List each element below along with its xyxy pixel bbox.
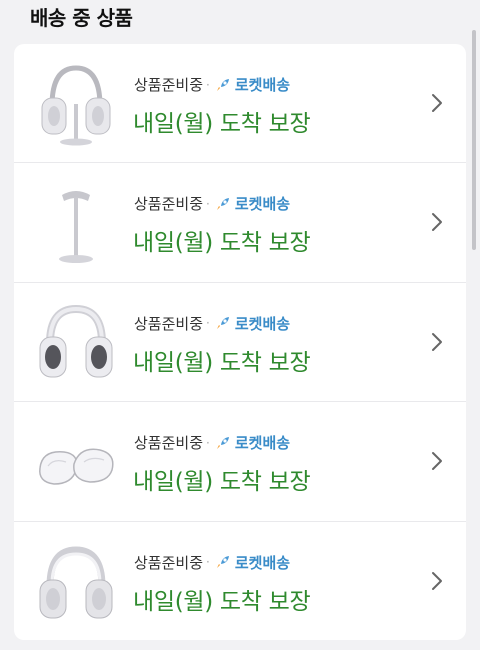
- delivery-type-label: 로켓배송: [234, 76, 291, 94]
- product-image-clear-ear-cup-case: [39, 448, 114, 485]
- product-image-headphone-with-cover: [39, 304, 113, 378]
- arrival-guarantee: 내일(월) 도착 보장: [133, 588, 311, 615]
- rocket-icon: [216, 436, 229, 449]
- arrival-guarantee: 내일(월) 도착 보장: [133, 230, 311, 257]
- order-status-line: 상품준비중 · 로켓배송: [134, 74, 290, 95]
- chevron-right-icon[interactable]: [430, 570, 444, 592]
- order-status-line: 상품준비중 · 로켓배송: [134, 552, 290, 573]
- delivery-type-label: 로켓배송: [234, 314, 291, 333]
- delivery-type-label: 로켓배송: [234, 553, 291, 572]
- rocket-icon: [216, 317, 229, 330]
- rocket-icon: [216, 78, 229, 91]
- list-item[interactable]: 상품준비중 · 로켓배송 내일(월) 도착 보장: [14, 163, 466, 283]
- rocket-icon: [216, 556, 229, 569]
- separator-dot: ·: [206, 196, 210, 211]
- order-status: 상품준비중: [134, 553, 204, 572]
- order-status: 상품준비중: [134, 314, 204, 333]
- chevron-right-icon[interactable]: [430, 331, 444, 353]
- product-image-headphone-with-stand: [41, 65, 111, 146]
- order-status: 상품준비중: [134, 76, 204, 94]
- scrollbar[interactable]: [472, 30, 476, 250]
- list-item[interactable]: 상품준비중 · 로켓배송 내일(월) 도착 보장: [14, 402, 466, 522]
- delivery-type-label: 로켓배송: [234, 195, 291, 214]
- order-status-line: 상품준비중 · 로켓배송: [134, 193, 290, 214]
- order-status-line: 상품준비중 · 로켓배송: [134, 432, 290, 453]
- rocket-icon: [216, 197, 229, 210]
- chevron-right-icon[interactable]: [430, 450, 444, 472]
- arrival-guarantee: 내일(월) 도착 보장: [133, 469, 311, 496]
- delivery-type-label: 로켓배송: [234, 434, 291, 453]
- list-item[interactable]: 상품준비중 · 로켓배송 내일(월) 도착 보장: [14, 283, 466, 403]
- chevron-right-icon[interactable]: [430, 211, 444, 233]
- list-item[interactable]: 상품준비중 · 로켓배송 내일(월) 도착 보장: [14, 44, 466, 164]
- separator-dot: ·: [206, 77, 210, 92]
- product-image-silver-headphones: [39, 546, 113, 619]
- section-title: 배송 중 상품: [30, 6, 133, 30]
- arrival-guarantee: 내일(월) 도착 보장: [133, 111, 311, 137]
- separator-dot: ·: [206, 555, 210, 570]
- separator-dot: ·: [206, 435, 210, 450]
- chevron-right-icon[interactable]: [430, 92, 444, 114]
- order-status-line: 상품준비중 · 로켓배송: [134, 313, 290, 334]
- separator-dot: ·: [206, 316, 210, 331]
- product-image-headphone-stand: [59, 191, 93, 264]
- order-status: 상품준비중: [134, 195, 204, 214]
- list-item[interactable]: 상품준비중 · 로켓배송 내일(월) 도착 보장: [14, 522, 466, 640]
- shipping-items-list: 상품준비중 · 로켓배송 내일(월) 도착 보장 상품준비중 · 로켓배송 내일…: [14, 44, 466, 640]
- order-status: 상품준비중: [134, 434, 204, 453]
- arrival-guarantee: 내일(월) 도착 보장: [133, 349, 311, 376]
